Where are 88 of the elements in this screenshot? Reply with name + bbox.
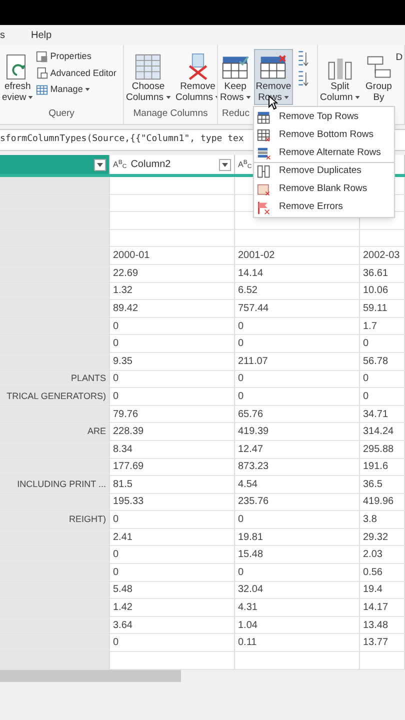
table-cell: 0.11 — [235, 634, 360, 652]
table-cell: 34.71 — [360, 406, 405, 422]
caret-icon — [166, 96, 170, 99]
menu-item[interactable]: Remove Errors — [254, 198, 394, 216]
document-icon — [36, 67, 48, 80]
group-label: Manage Columns — [133, 108, 208, 119]
ribbon-button[interactable]: Keep Rows — [218, 49, 253, 105]
table-cell: 0 — [235, 318, 360, 334]
table-cell: 0 — [110, 370, 235, 388]
table-cell: 81.5 — [110, 476, 235, 493]
table-cell: 32.04 — [235, 582, 360, 598]
filter-button[interactable] — [94, 158, 106, 170]
table-cell: 0 — [110, 546, 235, 564]
table-cell: 4.31 — [235, 599, 360, 616]
table-cell: 0 — [235, 370, 360, 388]
caret-icon — [222, 162, 228, 166]
ribbon-button[interactable]: Group By — [362, 49, 395, 105]
row-header-cell: TRICAL GENERATORS) — [0, 388, 110, 405]
ribbon-label: D — [396, 51, 403, 65]
table-top-row-icon — [257, 110, 271, 124]
duplicate-columns-icon — [257, 164, 271, 178]
table-cell: 4.54 — [235, 476, 360, 493]
table-cell: 0 — [235, 511, 360, 528]
row-header-cell: ARE — [0, 423, 110, 440]
ribbon-button[interactable]: efresh eview — [0, 49, 36, 105]
table-cell: 0 — [110, 335, 235, 352]
group-label: Reduc — [222, 108, 250, 119]
caret-icon — [246, 96, 251, 99]
menu-item[interactable]: Remove Duplicates — [254, 162, 394, 180]
table-cell: 5.48 — [110, 582, 235, 598]
table-cross-icon — [257, 128, 271, 142]
table-icon — [36, 84, 48, 96]
table-cell: 36.61 — [360, 264, 405, 282]
menu-item[interactable]: Remove Blank Rows — [254, 180, 394, 198]
column-title: Column2 — [130, 158, 171, 172]
ribbon-button[interactable]: Properties — [36, 50, 116, 64]
caret-icon — [354, 96, 360, 99]
table-cell: 314.24 — [360, 423, 405, 440]
caret-icon — [84, 88, 90, 92]
group-label: Query — [48, 108, 74, 119]
table-grid-icon — [134, 53, 162, 81]
table-cell: 419.96 — [360, 494, 405, 510]
ribbon-button[interactable]: Manage — [36, 83, 116, 96]
table-cell: 56.78 — [360, 352, 405, 370]
table-cell: 0 — [235, 335, 360, 352]
table-cross-icon — [259, 53, 288, 81]
striped-rows-icon — [257, 146, 271, 160]
table-cell: 0 — [360, 370, 405, 388]
table-cell: 0.56 — [360, 564, 405, 581]
table-cell: 9.35 — [110, 352, 235, 370]
table-cell: 3.64 — [110, 616, 235, 634]
filter-button[interactable] — [219, 158, 231, 170]
row-header-cell: PLANTS — [0, 370, 110, 388]
ribbon-button[interactable]: Split Column — [318, 49, 362, 105]
table-cell: 0 — [110, 564, 235, 581]
table-cell: 873.23 — [235, 458, 360, 476]
table-cell: 36.5 — [360, 476, 405, 493]
table-cell: 0 — [360, 335, 405, 352]
ribbon-button[interactable]: Remove Columns — [174, 49, 217, 105]
flag-cross-icon — [257, 200, 271, 214]
sort-descending-icon — [297, 71, 310, 87]
caret-icon — [97, 162, 103, 166]
table-cell: 0 — [235, 388, 360, 405]
table-cell: 0 — [110, 318, 235, 334]
scrollbar-thumb[interactable] — [0, 670, 181, 682]
table-cell: 89.42 — [110, 300, 235, 317]
menu-item[interactable]: Remove Top Rows — [254, 108, 394, 126]
properties-icon — [36, 50, 48, 63]
table-cell: 419.39 — [235, 423, 360, 440]
menu-item[interactable]: Remove Bottom Rows — [254, 126, 394, 144]
sort-ascending-icon — [297, 51, 310, 67]
ribbon-button[interactable]: Choose Columns — [124, 49, 172, 105]
table-cell: 59.11 — [360, 300, 405, 317]
row-header-cell: REIGHT) — [0, 511, 110, 528]
table-cell: 0 — [110, 388, 235, 405]
table-cell: 0 — [110, 511, 235, 528]
table-cell: 8.34 — [110, 440, 235, 458]
menu-item[interactable]: s — [0, 28, 5, 42]
ribbon-button[interactable]: Advanced Editor — [36, 66, 116, 80]
table-cell: 0 — [360, 388, 405, 405]
row-header-cell: INCLUDING PRINT ... — [0, 476, 110, 493]
blank-row-icon — [257, 182, 271, 196]
table-cell: 0 — [235, 564, 360, 581]
table-cell: 0 — [110, 634, 235, 652]
caret-icon — [284, 96, 289, 99]
table-cell: 3.8 — [360, 511, 405, 528]
caret-icon — [28, 96, 34, 99]
menu-item[interactable]: Help — [31, 28, 52, 42]
